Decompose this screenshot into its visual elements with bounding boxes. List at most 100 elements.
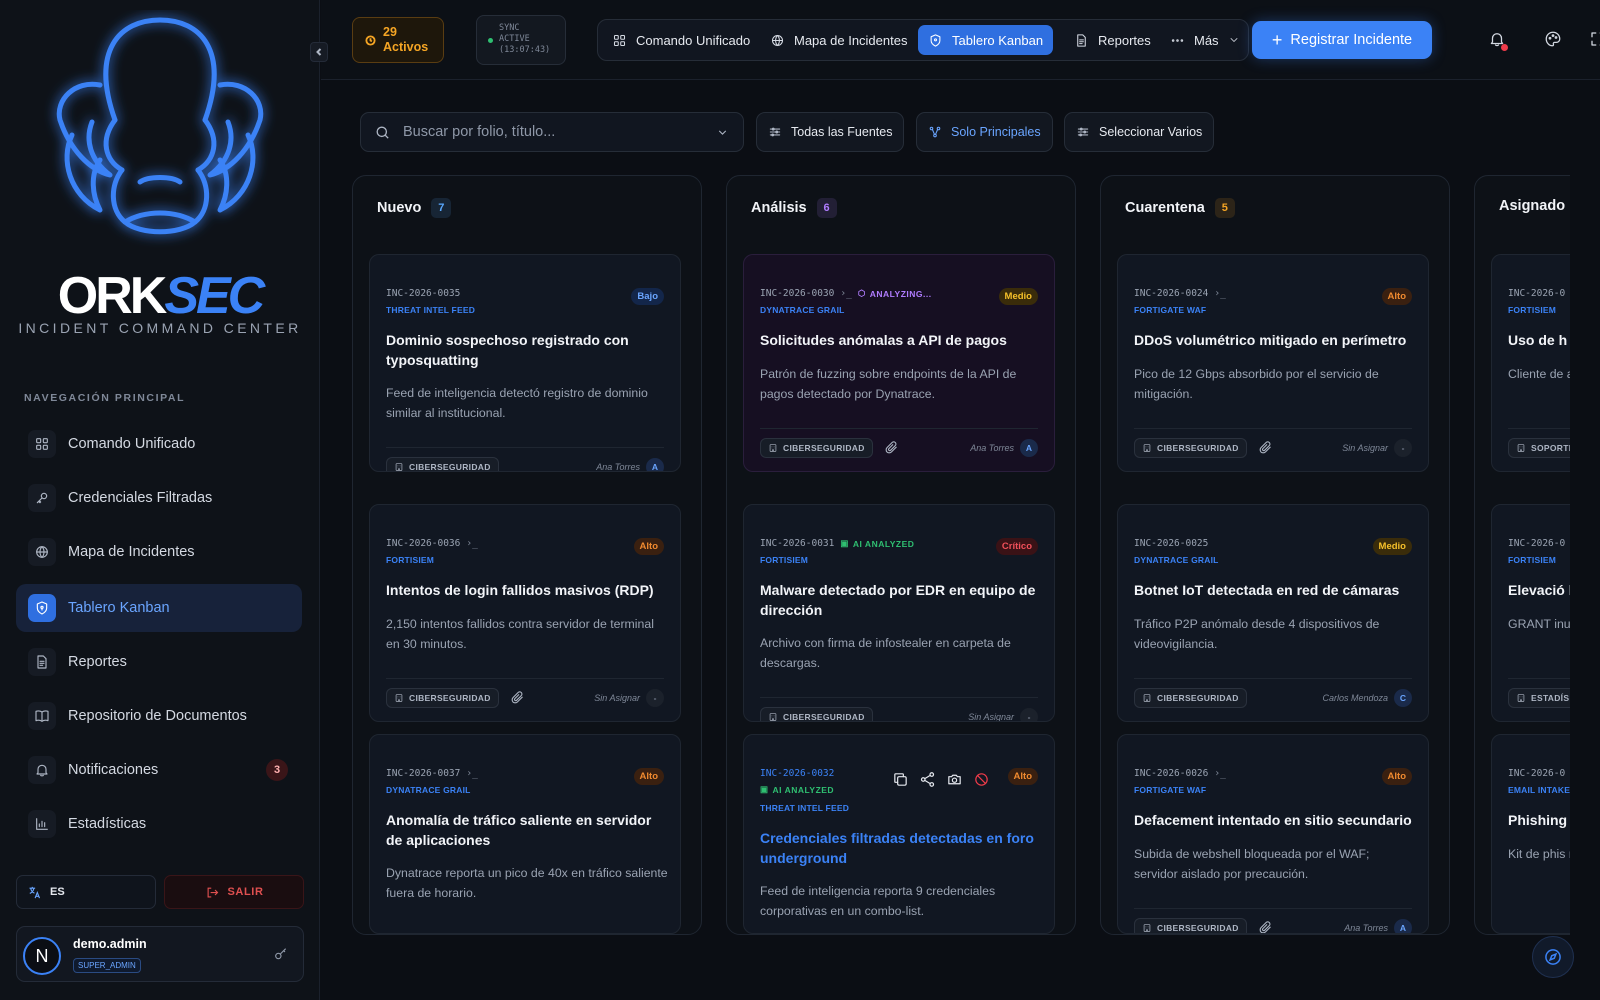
incident-card[interactable]: INC-2026-0026 ›_ FORTIGATE WAF Alto Defaceme… xyxy=(1117,734,1429,934)
key-icon[interactable] xyxy=(273,946,289,962)
tab-comando-unificado[interactable]: Comando Unificado xyxy=(602,25,760,55)
sidebar-item-notificaciones[interactable]: Notificaciones 3 xyxy=(16,746,302,794)
sidebar-collapse-button[interactable] xyxy=(310,42,328,62)
incident-card[interactable]: INC-2026-0 EMAIL INTAKE Phishing interno Ki… xyxy=(1491,734,1570,934)
sidebar-item-estadisticas[interactable]: Estadísticas xyxy=(16,800,302,848)
register-incident-button[interactable]: + Registrar Incidente xyxy=(1252,21,1432,59)
filter-sources-button[interactable]: Todas las Fuentes xyxy=(756,112,905,152)
sidebar-item-reportes[interactable]: Reportes xyxy=(16,638,302,686)
explore-button[interactable] xyxy=(1532,936,1574,978)
incident-card[interactable]: INC-2026-0035 THREAT INTEL FEED Bajo Domini… xyxy=(369,254,681,472)
logout-button[interactable]: SALIR xyxy=(164,875,304,909)
card-title: Intentos de login fallidos masivos (RDP) xyxy=(386,582,654,598)
category-chip: CIBERSEGURIDAD xyxy=(386,688,499,708)
logout-icon xyxy=(207,887,218,897)
chevron-down-icon[interactable] xyxy=(716,126,729,139)
card-folio: INC-2026-0032 ▣ AI ANALYZED xyxy=(760,768,834,795)
severity-badge: Crítico xyxy=(995,538,1038,555)
paperclip-icon[interactable] xyxy=(1258,440,1273,455)
incident-card[interactable]: INC-2026-0030 ›_ ⬡ ANALYZING... DYNATRACE GR… xyxy=(743,254,1055,472)
folio-text: INC-2026-0031 xyxy=(760,538,835,549)
card-divider xyxy=(386,678,664,679)
ai-spinner-icon: ⬡ xyxy=(857,288,866,298)
user-card[interactable]: N demo.admin SUPER_ADMIN xyxy=(16,926,304,982)
card-divider xyxy=(1134,678,1412,679)
book-icon xyxy=(28,702,56,730)
column-title: Cuarentena xyxy=(1125,200,1205,216)
paperclip-icon[interactable] xyxy=(884,440,899,455)
card-source: FORTISIEM xyxy=(760,555,809,565)
card-description: Patrón de fuzzing sobre endpoints de la … xyxy=(760,367,1017,401)
ai-check-icon: ▣ xyxy=(840,538,849,548)
tab-mas[interactable]: Más xyxy=(1160,25,1250,55)
tab-mapa-incidentes[interactable]: Mapa de Incidentes xyxy=(760,25,917,55)
card-folio: INC-2026-0026 ›_ xyxy=(1134,768,1226,779)
ban-icon[interactable] xyxy=(973,771,990,788)
assignee-avatar: A xyxy=(1394,919,1412,933)
severity-badge: Bajo xyxy=(631,288,664,305)
grid-icon xyxy=(613,34,626,46)
share-icon[interactable] xyxy=(919,771,936,788)
card-title: DDoS volumétrico mitigado en perímetro xyxy=(1134,332,1407,348)
folio-text: INC-2026-0030 xyxy=(760,288,835,299)
column-count-badge: 7 xyxy=(431,198,452,218)
paperclip-icon[interactable] xyxy=(510,690,525,705)
theme-button[interactable] xyxy=(1544,30,1566,52)
search-box[interactable] xyxy=(360,112,744,152)
incident-card[interactable]: INC-2026-0025 DYNATRACE GRAIL Medio Botnet … xyxy=(1117,504,1429,722)
incident-card[interactable]: INC-2026-0031 ▣ AI ANALYZED FORTISIEM Crític… xyxy=(743,504,1055,722)
sidebar-item-credenciales[interactable]: Credenciales Filtradas xyxy=(16,474,302,522)
copy-icon[interactable] xyxy=(892,771,909,788)
card-title: Uso de h autorizac xyxy=(1508,332,1570,348)
building-icon xyxy=(1143,694,1151,702)
category-label: CIBERSEGURIDAD xyxy=(1157,693,1239,703)
column-header: Cuarentena 5 xyxy=(1125,198,1235,218)
expand-button[interactable] xyxy=(1589,30,1600,52)
avatar: N xyxy=(23,937,61,975)
language-button[interactable]: ES xyxy=(16,875,156,909)
grid-icon xyxy=(28,430,56,458)
category-label: CIBERSEGURIDAD xyxy=(783,443,865,453)
category-label: CIBERSEGURIDAD xyxy=(1157,443,1239,453)
filter-principal-button[interactable]: Solo Principales xyxy=(916,112,1053,152)
ai-status-tag: ▣ AI ANALYZED xyxy=(760,784,834,795)
shield-icon xyxy=(930,33,941,47)
kanban-board: Nuevo 7 INC-2026-0035 THREAT INTEL FEED Bajo… xyxy=(352,175,1570,937)
active-label: Activos xyxy=(383,40,429,54)
notifications-button[interactable] xyxy=(1488,30,1510,52)
card-folio: INC-2026-0037 ›_ xyxy=(386,768,478,779)
sidebar-item-comando-unificado[interactable]: Comando Unificado xyxy=(16,420,302,468)
column-title: Asignado xyxy=(1499,198,1566,214)
card-folio: INC-2026-0024 ›_ xyxy=(1134,288,1226,299)
search-input[interactable] xyxy=(403,124,716,140)
terminal-icon: ›_ xyxy=(466,768,478,779)
card-title: Defacement intentado en sitio secundario xyxy=(1134,812,1412,828)
card-title: Solicitudes anómalas a API de pagos xyxy=(760,332,1007,348)
category-label: CIBERSEGURIDAD xyxy=(409,462,491,472)
tab-tablero-kanban[interactable]: Tablero Kanban xyxy=(918,25,1054,55)
card-description: Tráfico P2P anómalo desde 4 dispositivos… xyxy=(1134,617,1380,651)
tab-reportes[interactable]: Reportes xyxy=(1064,25,1161,55)
incident-card[interactable]: INC-2026-0037 ›_ DYNATRACE GRAIL Alto Anomal… xyxy=(369,734,681,934)
filter-sources-label: Todas las Fuentes xyxy=(791,125,893,139)
assignee-avatar: C xyxy=(1394,689,1412,707)
assignee-name: Sin Asignar xyxy=(1342,443,1388,453)
active-incidents-pill[interactable]: 29 Activos xyxy=(352,17,444,63)
incident-card[interactable]: INC-2026-0 FORTISIEM Uso de h autorizac Cli… xyxy=(1491,254,1570,472)
multi-select-button[interactable]: Seleccionar Varios xyxy=(1064,112,1215,152)
notification-dot xyxy=(1501,44,1508,51)
sidebar-item-tablero-kanban[interactable]: Tablero Kanban xyxy=(16,584,302,632)
folio-text: INC-2026-0024 xyxy=(1134,288,1209,299)
incident-card[interactable]: INC-2026-0032 ▣ AI ANALYZED THREAT INTEL FE… xyxy=(743,734,1055,934)
sync-dot-icon xyxy=(488,38,493,43)
category-label: SOPORTE xyxy=(1531,443,1570,453)
register-label: Registrar Incidente xyxy=(1290,32,1413,48)
incident-card[interactable]: INC-2026-0024 ›_ FORTIGATE WAF Alto DDoS vol… xyxy=(1117,254,1429,472)
sidebar-item-mapa[interactable]: Mapa de Incidentes xyxy=(16,528,302,576)
paperclip-icon[interactable] xyxy=(1258,920,1273,934)
incident-card[interactable]: INC-2026-0 FORTISIEM Elevació base de c GRA… xyxy=(1491,504,1570,722)
severity-badge: Alto xyxy=(1381,768,1412,785)
camera-icon[interactable] xyxy=(946,771,963,788)
sidebar-item-repositorio[interactable]: Repositorio de Documentos xyxy=(16,692,302,740)
incident-card[interactable]: INC-2026-0036 ›_ FORTISIEM Alto Intentos de … xyxy=(369,504,681,722)
